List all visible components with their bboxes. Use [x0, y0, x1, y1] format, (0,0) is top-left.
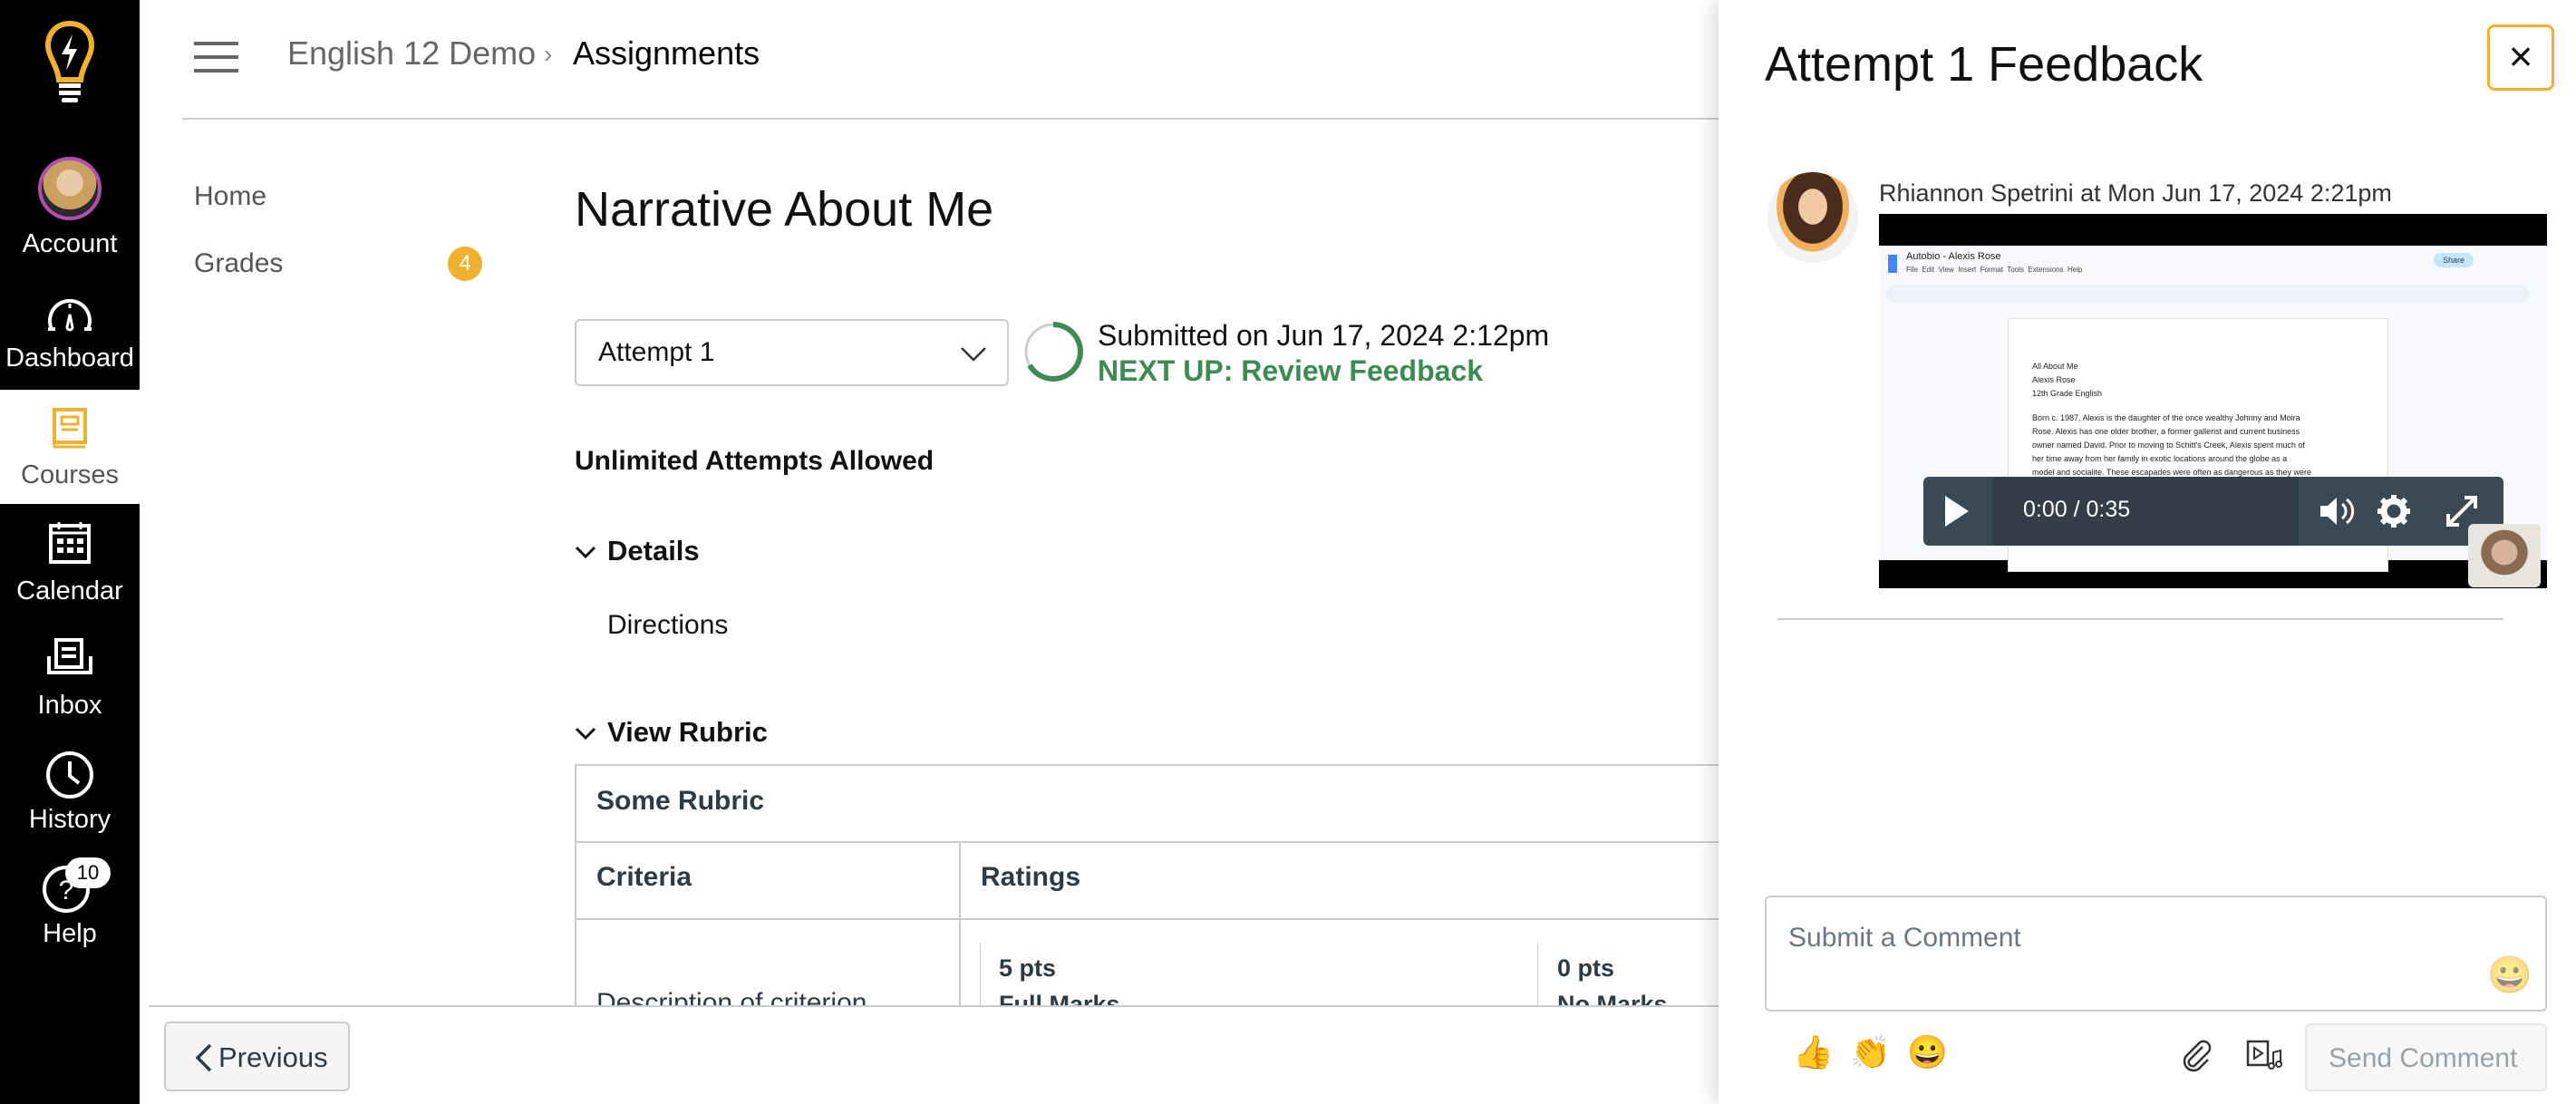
comment-author: Rhiannon Spetrini at Mon Jun 17, 2024 2:… — [1879, 179, 2392, 207]
nav-history[interactable]: History — [0, 732, 140, 847]
rubric-header-ratings: Ratings — [981, 862, 1081, 892]
chevron-down-icon — [575, 727, 596, 741]
breadcrumb-separator: › — [544, 40, 553, 68]
clapping-emoji-button[interactable]: 👏 — [1850, 1033, 1891, 1071]
play-icon[interactable] — [1943, 494, 1971, 528]
previous-button[interactable]: Previous — [164, 1022, 350, 1091]
nav-inbox[interactable]: Inbox — [0, 618, 140, 732]
doc-line: 12th Grade English — [2032, 389, 2103, 398]
comment-placeholder: Submit a Comment — [1788, 923, 2021, 953]
rating-points: 0 pts — [1557, 954, 1615, 982]
nav-account-label: Account — [22, 229, 118, 258]
logo[interactable] — [0, 0, 140, 140]
emoji-picker-icon[interactable]: 😀 — [2487, 954, 2532, 996]
doc-title: Autobio - Alexis Rose — [1906, 251, 2001, 262]
header-divider — [182, 118, 1719, 120]
webcam-overlay — [2468, 524, 2541, 587]
attempt-select[interactable]: Attempt 1 — [575, 319, 1009, 386]
doc-menu: File Edit View Insert Format Tools Exten… — [1906, 266, 2083, 274]
footer-bar — [149, 1005, 1719, 1104]
panel-title: Attempt 1 Feedback — [1765, 37, 2203, 92]
nav-history-label: History — [28, 805, 111, 834]
commenter-avatar — [1767, 172, 1858, 263]
grades-badge: 4 — [448, 247, 482, 281]
progress-ring-icon — [1024, 322, 1083, 382]
dashboard-icon — [48, 298, 92, 332]
volume-icon[interactable] — [2319, 496, 2355, 527]
history-icon — [46, 751, 93, 799]
send-comment-label: Send Comment — [2329, 1043, 2518, 1073]
comment-input[interactable]: Submit a Comment 😀 — [1765, 896, 2547, 1012]
doc-line: All About Me — [2032, 362, 2078, 371]
help-badge: 10 — [65, 857, 111, 888]
course-nav-home[interactable]: Home — [194, 181, 266, 212]
nav-inbox-label: Inbox — [37, 691, 102, 720]
media-upload-icon[interactable] — [2246, 1040, 2282, 1072]
doc-line: Alexis Rose — [2032, 375, 2076, 384]
nav-dashboard-label: Dashboard — [5, 344, 134, 373]
page-title: Narrative About Me — [575, 182, 994, 237]
grinning-emoji-button[interactable]: 😀 — [1907, 1033, 1948, 1071]
submitted-status: Submitted on Jun 17, 2024 2:12pm — [1098, 319, 1550, 352]
course-nav-grades[interactable]: Grades — [194, 248, 283, 279]
previous-label: Previous — [218, 1041, 328, 1073]
video-player[interactable]: Autobio - Alexis Rose File Edit View Ins… — [1879, 214, 2547, 588]
chevron-left-icon — [195, 1043, 212, 1072]
video-time: 0:00 / 0:35 — [2023, 497, 2131, 522]
rubric-table: Some Rubric Criteria Ratings Description… — [575, 764, 1719, 1009]
doc-line: her time away from her family in exotic … — [2032, 454, 2288, 463]
nav-account[interactable]: Account — [0, 140, 140, 276]
global-nav: Account Dashboard Courses Calendar Inbox… — [0, 0, 140, 1104]
attempt-select-value: Attempt 1 — [598, 337, 715, 367]
hamburger-menu-button[interactable] — [194, 42, 238, 82]
calendar-icon — [49, 522, 91, 564]
rubric-header-criteria: Criteria — [596, 862, 692, 892]
attempts-allowed: Unlimited Attempts Allowed — [575, 446, 935, 476]
nav-calendar-label: Calendar — [16, 576, 123, 605]
doc-line: Rose. Alexis has one older brother, a fo… — [2032, 427, 2300, 436]
rubric-name: Some Rubric — [596, 786, 765, 816]
avatar — [38, 157, 102, 220]
settings-gear-icon[interactable] — [2377, 494, 2411, 528]
courses-icon — [53, 408, 87, 449]
thumbs-up-emoji-button[interactable]: 👍 — [1793, 1033, 1834, 1071]
send-comment-button[interactable]: Send Comment — [2305, 1023, 2547, 1091]
nav-dashboard[interactable]: Dashboard — [0, 276, 140, 391]
nav-courses-label: Courses — [21, 460, 119, 489]
close-button[interactable]: × — [2487, 24, 2554, 91]
doc-line: Born c. 1987, Alexis is the daughter of … — [2032, 413, 2300, 422]
close-icon: × — [2508, 33, 2533, 80]
breadcrumb-page: Assignments — [573, 34, 760, 72]
lightbulb-logo-icon — [44, 20, 95, 102]
breadcrumb-course[interactable]: English 12 Demo — [287, 34, 536, 73]
chevron-down-icon — [961, 347, 986, 362]
feedback-panel: Attempt 1 Feedback × Rhiannon Spetrini a… — [1719, 0, 2576, 1104]
nav-calendar[interactable]: Calendar — [0, 504, 140, 618]
video-controls: 0:00 / 0:35 — [1923, 477, 2503, 546]
doc-line: owner named David. Prior to moving to Sc… — [2032, 441, 2305, 450]
rating-points: 5 pts — [999, 954, 1057, 982]
nav-help-label: Help — [43, 919, 97, 948]
nav-courses[interactable]: Courses — [0, 390, 140, 504]
directions-text: Directions — [607, 610, 729, 640]
details-label: Details — [607, 535, 700, 567]
inbox-icon — [47, 638, 92, 674]
paperclip-icon[interactable] — [2181, 1040, 2213, 1072]
nav-help[interactable]: ? 10 Help — [0, 847, 140, 961]
comment-divider — [1777, 618, 2503, 620]
next-up-link[interactable]: NEXT UP: Review Feedback — [1098, 354, 1483, 388]
doc-share: Share — [2434, 253, 2474, 267]
view-rubric-label: View Rubric — [607, 716, 768, 748]
chevron-down-icon — [575, 546, 596, 559]
